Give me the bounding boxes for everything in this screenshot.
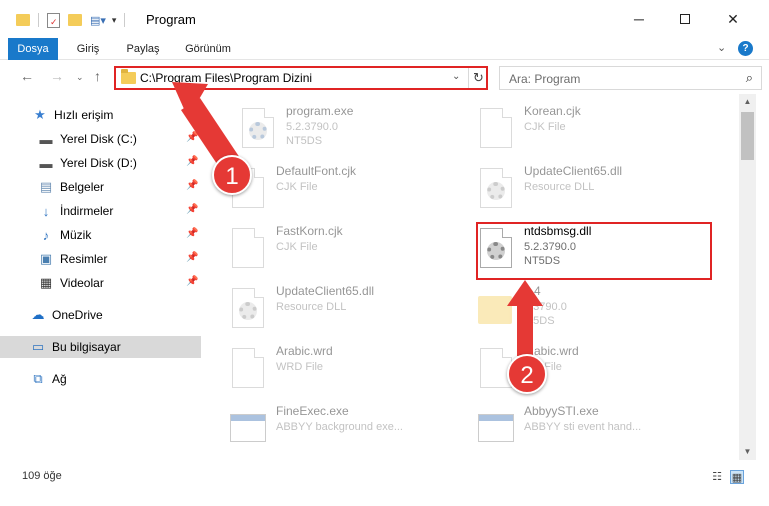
annotation-arrows xyxy=(172,82,543,356)
tiles-view-icon[interactable]: ▦ xyxy=(730,470,744,484)
callout-2: 2 xyxy=(507,354,547,394)
arrow-2-shaft xyxy=(517,302,533,356)
callout-1: 1 xyxy=(212,155,252,195)
arrow-2-head xyxy=(507,280,543,306)
item-count: 109 öğe xyxy=(22,470,62,482)
details-view-icon[interactable]: ☷ xyxy=(710,470,724,484)
status-bar: 109 öğe ☷ ▦ xyxy=(0,466,769,488)
